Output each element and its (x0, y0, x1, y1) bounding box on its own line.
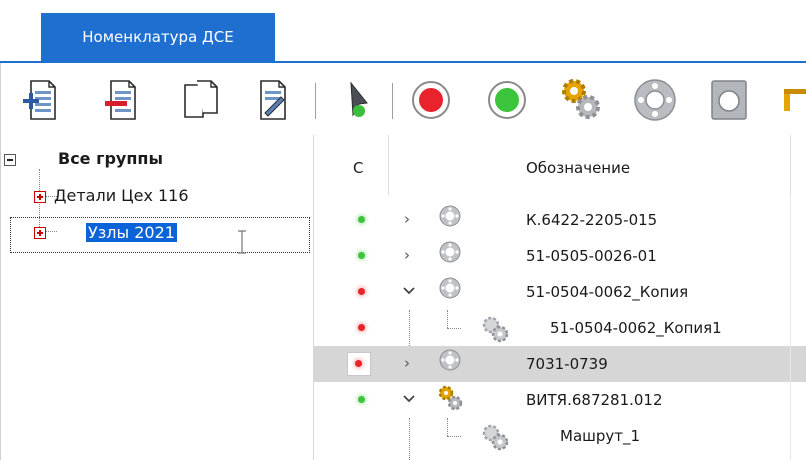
status-green-icon (358, 252, 365, 259)
collapse-icon[interactable] (4, 154, 16, 166)
status-red-icon (355, 360, 362, 367)
grid-header: С Обозначение (314, 135, 806, 195)
tree-connector (447, 436, 461, 437)
part-icon (439, 277, 461, 299)
column-header-designation[interactable]: Обозначение (526, 159, 630, 177)
expand-icon[interactable] (34, 191, 46, 203)
toolbar (0, 63, 806, 135)
column-divider (388, 135, 389, 195)
box-icon[interactable] (706, 77, 752, 123)
column-header-status[interactable]: С (353, 159, 363, 177)
tree-root-label[interactable]: Все группы (58, 149, 163, 168)
designation-cell: 51-0504-0062_Копия (526, 283, 689, 301)
table-row[interactable]: › К.6422-2205-015 (314, 202, 806, 238)
table-row[interactable]: › 51-0505-0026-01 (314, 238, 806, 274)
column-divider (790, 135, 791, 195)
edit-document-icon[interactable] (250, 77, 296, 123)
green-record-icon[interactable] (484, 77, 530, 123)
designation-cell: К.6422-2205-015 (526, 211, 658, 229)
table-row[interactable]: Машрут_1 (314, 418, 806, 460)
tab-nomenclature[interactable]: Номенклатура ДСЕ (41, 13, 275, 61)
expand-icon[interactable] (34, 227, 46, 239)
tree-connector (447, 418, 448, 436)
table-row-selected[interactable]: › 7031-0739 (314, 346, 806, 382)
designation-cell: 51-0505-0026-01 (526, 247, 657, 265)
designation-cell: 7031-0739 (526, 355, 608, 373)
table-row[interactable]: 51-0504-0062_Копия1 (314, 310, 806, 346)
tree-connector (409, 310, 410, 346)
route-icon (482, 424, 509, 451)
designation-cell: Машрут_1 (560, 427, 641, 445)
tree-connector (447, 310, 448, 328)
tree-item-label[interactable]: Детали Цех 116 (54, 186, 189, 205)
route-icon (482, 316, 509, 343)
tab-strip: Номенклатура ДСЕ (0, 0, 806, 62)
tree-item-label-selected[interactable]: Узлы 2021 (86, 223, 177, 242)
part-icon (439, 349, 461, 371)
chevron-down-icon[interactable] (402, 394, 416, 404)
tree-connector (447, 328, 461, 329)
column-divider (790, 195, 791, 460)
red-record-icon[interactable] (408, 77, 454, 123)
group-tree: Все группы Детали Цех 116 Узлы 2021 (0, 135, 312, 460)
part-icon (439, 241, 461, 263)
designation-cell: 51-0504-0062_Копия1 (550, 319, 722, 337)
table-row[interactable]: 51-0504-0062_Копия (314, 274, 806, 310)
nomenclature-grid: С Обозначение › К.6422-2205-015 › 51-050… (313, 135, 806, 460)
chevron-right-icon[interactable]: › (404, 210, 410, 228)
add-document-icon[interactable] (18, 77, 64, 123)
status-red-icon (358, 288, 365, 295)
toolbar-separator (315, 83, 316, 119)
pointer-green-icon[interactable] (334, 77, 380, 123)
toolbar-overflow-icon[interactable] (770, 77, 806, 123)
chevron-right-icon[interactable]: › (404, 354, 410, 372)
designation-cell: ВИТЯ.687281.012 (526, 391, 663, 409)
toolbar-separator (392, 83, 393, 119)
table-row[interactable]: ВИТЯ.687281.012 (314, 382, 806, 418)
tree-item-edit[interactable]: Узлы 2021 (86, 223, 177, 242)
remove-document-icon[interactable] (98, 77, 144, 123)
text-cursor-icon (238, 230, 246, 254)
status-red-icon (358, 324, 365, 331)
copy-document-icon[interactable] (178, 77, 224, 123)
gears-icon[interactable] (558, 77, 604, 123)
part-gear-icon[interactable] (632, 77, 678, 123)
status-green-icon (358, 216, 365, 223)
part-icon (439, 205, 461, 227)
chevron-down-icon[interactable] (402, 286, 416, 296)
status-green-icon (358, 396, 365, 403)
chevron-right-icon[interactable]: › (404, 246, 410, 264)
tree-connector (409, 418, 410, 460)
gears-icon (438, 385, 463, 411)
